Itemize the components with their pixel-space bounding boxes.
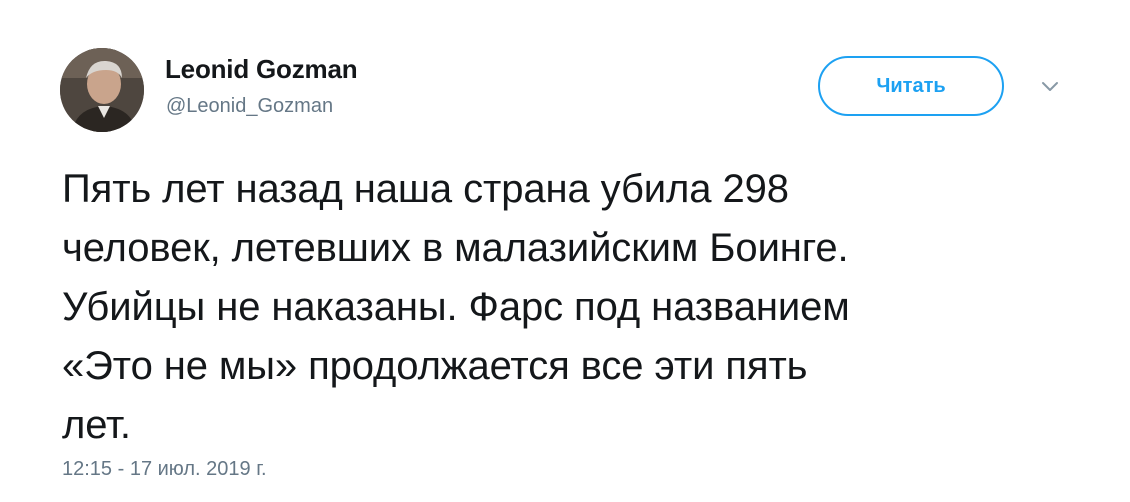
- tweet-card: Leonid Gozman @Leonid_Gozman Читать Пять…: [0, 0, 1130, 502]
- author-handle[interactable]: @Leonid_Gozman: [166, 95, 333, 118]
- follow-button[interactable]: Читать: [818, 56, 1004, 116]
- avatar-image: [60, 48, 144, 132]
- tweet-text: Пять лет назад наша страна убила 298 чел…: [62, 167, 850, 447]
- avatar[interactable]: [60, 48, 144, 132]
- chevron-down-icon[interactable]: [1038, 78, 1062, 94]
- author-name[interactable]: Leonid Gozman: [165, 54, 358, 85]
- tweet-timestamp[interactable]: 12:15 - 17 июл. 2019 г.: [62, 458, 267, 481]
